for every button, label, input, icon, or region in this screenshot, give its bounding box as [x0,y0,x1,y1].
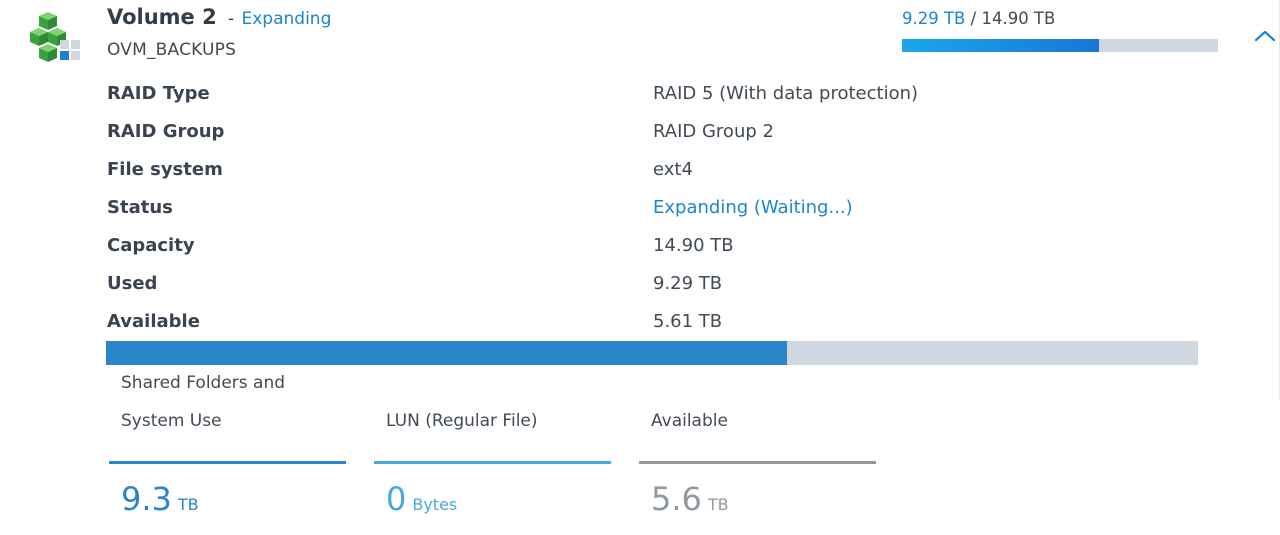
prop-value: ext4 [653,159,693,180]
breakdown-label: LUN (Regular File) [386,411,538,431]
prop-available: Available 5.61 TB [107,311,1207,341]
breakdown-line [374,461,611,464]
volume-description: OVM_BACKUPS [107,40,237,60]
prop-label: Capacity [107,235,195,256]
breakdown-shared-folders: Shared Folders and System Use 9.3 TB [109,373,346,530]
breakdown-value: 9.3 TB [121,480,199,518]
prop-value: Expanding (Waiting...) [653,197,853,218]
usage-summary: 9.29 TB / 14.90 TB [902,9,1055,28]
status-waiting: (Waiting...) [753,197,853,218]
usage-mini-bar-fill [902,39,1100,52]
breakdown-label: Shared Folders and System Use [121,373,286,431]
prop-value: 14.90 TB [653,235,734,256]
title-separator: - [228,9,235,29]
breakdown-number: 9.3 [121,480,172,518]
volume-state: Expanding [241,9,332,29]
prop-value: 5.61 TB [653,311,723,332]
volume-cubes-icon [30,12,80,62]
prop-raid-group: RAID Group RAID Group 2 [107,121,1207,151]
breakdown-lun: LUN (Regular File) 0 Bytes [374,380,611,530]
prop-used: Used 9.29 TB [107,273,1207,303]
breakdown-number: 5.6 [651,480,702,518]
status-expanding-link[interactable]: Expanding [653,197,748,218]
prop-value: RAID Group 2 [653,121,774,142]
prop-value: RAID 5 (With data protection) [653,83,919,104]
volume-panel: Volume 2 - Expanding OVM_BACKUPS 9.29 TB… [0,0,1280,535]
capacity-bar-fill [106,341,787,365]
prop-label: Used [107,273,158,294]
breakdown-unit: Bytes [412,495,458,514]
breakdown-label: Available [651,411,728,431]
prop-label: RAID Type [107,83,210,104]
breakdown-available: Available 5.6 TB [639,380,876,530]
breakdown-unit: TB [707,495,729,514]
prop-file-system: File system ext4 [107,159,1207,189]
capacity-bar [106,341,1198,365]
volume-title: Volume 2 - Expanding [107,5,331,29]
breakdown-value: 5.6 TB [651,480,729,518]
chevron-up-icon[interactable] [1252,24,1278,48]
usage-mini-bar [902,39,1218,52]
prop-status: Status Expanding (Waiting...) [107,197,1207,227]
prop-raid-type: RAID Type RAID 5 (With data protection) [107,83,1207,113]
breakdown-line [639,461,876,464]
prop-value: 9.29 TB [653,273,723,294]
usage-separator: / [970,9,977,28]
breakdown-line [109,461,346,464]
prop-label: Status [107,197,173,218]
prop-label: File system [107,159,223,180]
prop-label: RAID Group [107,121,225,142]
breakdown-unit: TB [177,495,199,514]
usage-total: 14.90 TB [981,9,1056,28]
breakdown-number: 0 [386,480,407,518]
breakdown-value: 0 Bytes [386,480,457,518]
usage-used: 9.29 TB [902,9,966,28]
prop-capacity: Capacity 14.90 TB [107,235,1207,265]
volume-name: Volume 2 [107,5,217,29]
prop-label: Available [107,311,200,332]
